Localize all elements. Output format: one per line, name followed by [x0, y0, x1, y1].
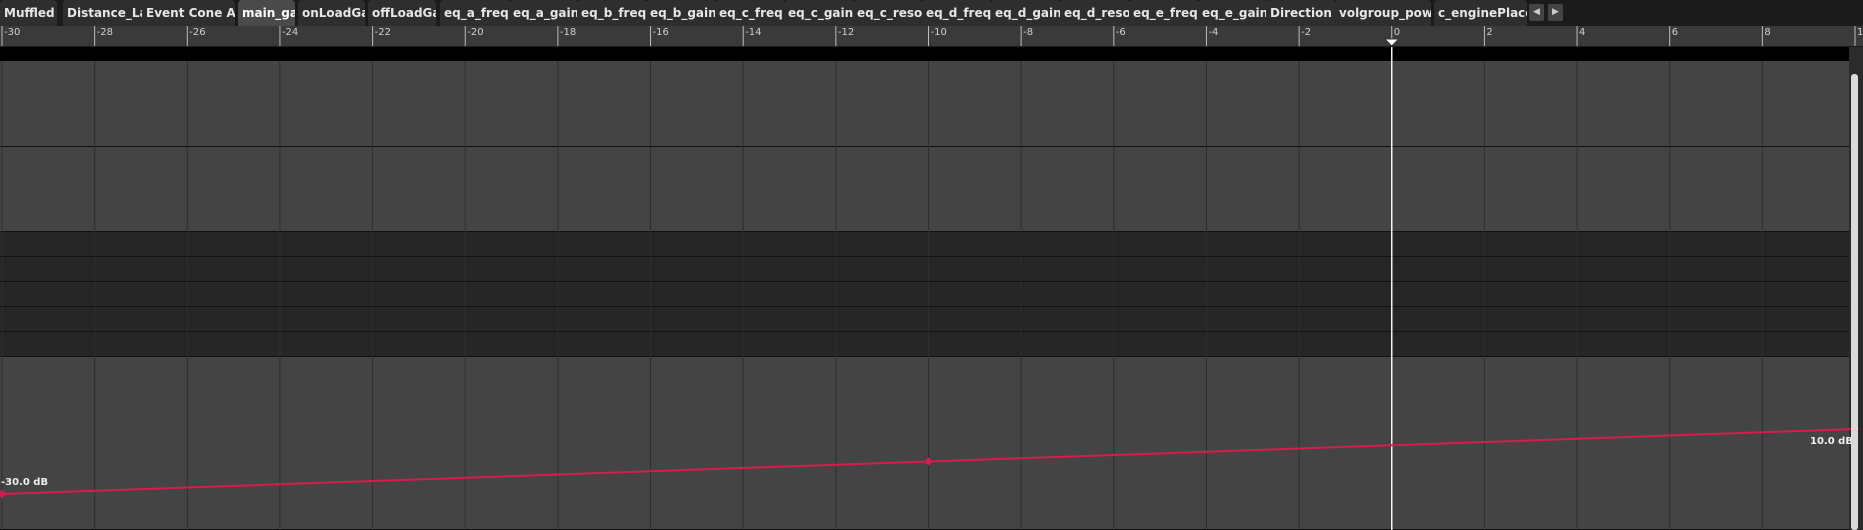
ruler-tick-label: -8 [1023, 27, 1033, 38]
tab-eq-c-freq[interactable]: eq_c_freq [715, 0, 785, 26]
ruler-tick-label: -16 [653, 27, 669, 38]
tab-scroll-right-button[interactable]: ▶ [1548, 4, 1563, 21]
ruler-tick-label: 8 [1764, 27, 1770, 38]
tab-eq-a-gain[interactable]: eq_a_gain [509, 0, 579, 26]
tab-eq-a-freq[interactable]: eq_a_freq [440, 0, 510, 26]
tab-eq-e-gain[interactable]: eq_e_gain [1198, 0, 1268, 26]
tab-eq-d-reso[interactable]: eq_d_reso [1060, 0, 1130, 26]
ruler-ticks: -30 -28 -26 -24 -22 -20 -18 -16 -14 -12 -10 -8 -6 -4-… [1, 26, 1863, 46]
automation-point[interactable] [924, 457, 933, 466]
ruler-tick-label: -6 [1116, 27, 1126, 38]
ruler-tick-label: -24 [282, 27, 298, 38]
ruler-tick-label: -4 [1208, 27, 1218, 38]
tab-eq-c-gain[interactable]: eq_c_gain [784, 0, 854, 26]
grid-overlay [0, 47, 1860, 530]
automation-start-label: -30.0 dB [1, 477, 49, 488]
tab-volgroup-power-unit[interactable]: volgroup_power_unit [1335, 0, 1431, 26]
parameter-tab-bar: MuffledDistance_LargeEvent Cone Anglemai… [0, 0, 1863, 26]
ruler-tick-label: -14 [745, 27, 761, 38]
tab-direction[interactable]: Direction [1266, 0, 1336, 26]
ruler-tick-label: -2 [1301, 27, 1311, 38]
tab-scroll-left-button[interactable]: ◀ [1529, 4, 1544, 21]
vertical-scrollbar[interactable] [1851, 74, 1858, 530]
ruler-tick-label: 0 [1394, 27, 1400, 38]
ruler-tick-label: -30 [4, 27, 20, 38]
automation-end-label: 10.0 dB [1810, 436, 1853, 447]
tab-eq-c-reso[interactable]: eq_c_reso [853, 0, 923, 26]
tab-c-engineplacemen[interactable]: c_enginePlacemen [1434, 0, 1527, 26]
automation-point[interactable] [0, 489, 7, 499]
ruler-tick-label: 6 [1672, 27, 1678, 38]
tab-main-gain[interactable]: main_gain [238, 0, 295, 26]
ruler-tick-label: 4 [1579, 27, 1585, 38]
tab-eq-b-freq[interactable]: eq_b_freq [577, 0, 647, 26]
tab-eq-d-freq[interactable]: eq_d_freq [922, 0, 992, 26]
ruler-tick-label: -22 [375, 27, 391, 38]
playhead-marker-icon[interactable] [1383, 38, 1400, 46]
ruler-tick-label: -18 [560, 27, 576, 38]
tab-muffled[interactable]: Muffled [0, 0, 57, 26]
timeline-area[interactable]: -30.0 dB 10.0 dB [0, 47, 1863, 530]
ruler-tick-label: -26 [189, 27, 205, 38]
ruler-tick-label: -12 [838, 27, 854, 38]
tab-onloadgain[interactable]: onLoadGain [298, 0, 365, 26]
timeline-ruler[interactable]: -30 -28 -26 -24 -22 -20 -18 -16 -14 -12 -10 -8 -6 -4-… [0, 26, 1863, 47]
tab-eq-b-gain[interactable]: eq_b_gain [646, 0, 716, 26]
ruler-tick-label: 10 [1857, 27, 1863, 38]
ruler-tick-label: 2 [1486, 27, 1492, 38]
ruler-tick-label: -20 [467, 27, 483, 38]
ruler-tick-label: -10 [931, 27, 947, 38]
tab-eq-e-freq[interactable]: eq_e_freq [1129, 0, 1199, 26]
ruler-tick-label: -28 [97, 27, 113, 38]
tab-offloadgain[interactable]: offLoadGain [368, 0, 436, 26]
tab-event-cone-angle[interactable]: Event Cone Angle [142, 0, 235, 26]
tab-eq-d-gain[interactable]: eq_d_gain [991, 0, 1061, 26]
